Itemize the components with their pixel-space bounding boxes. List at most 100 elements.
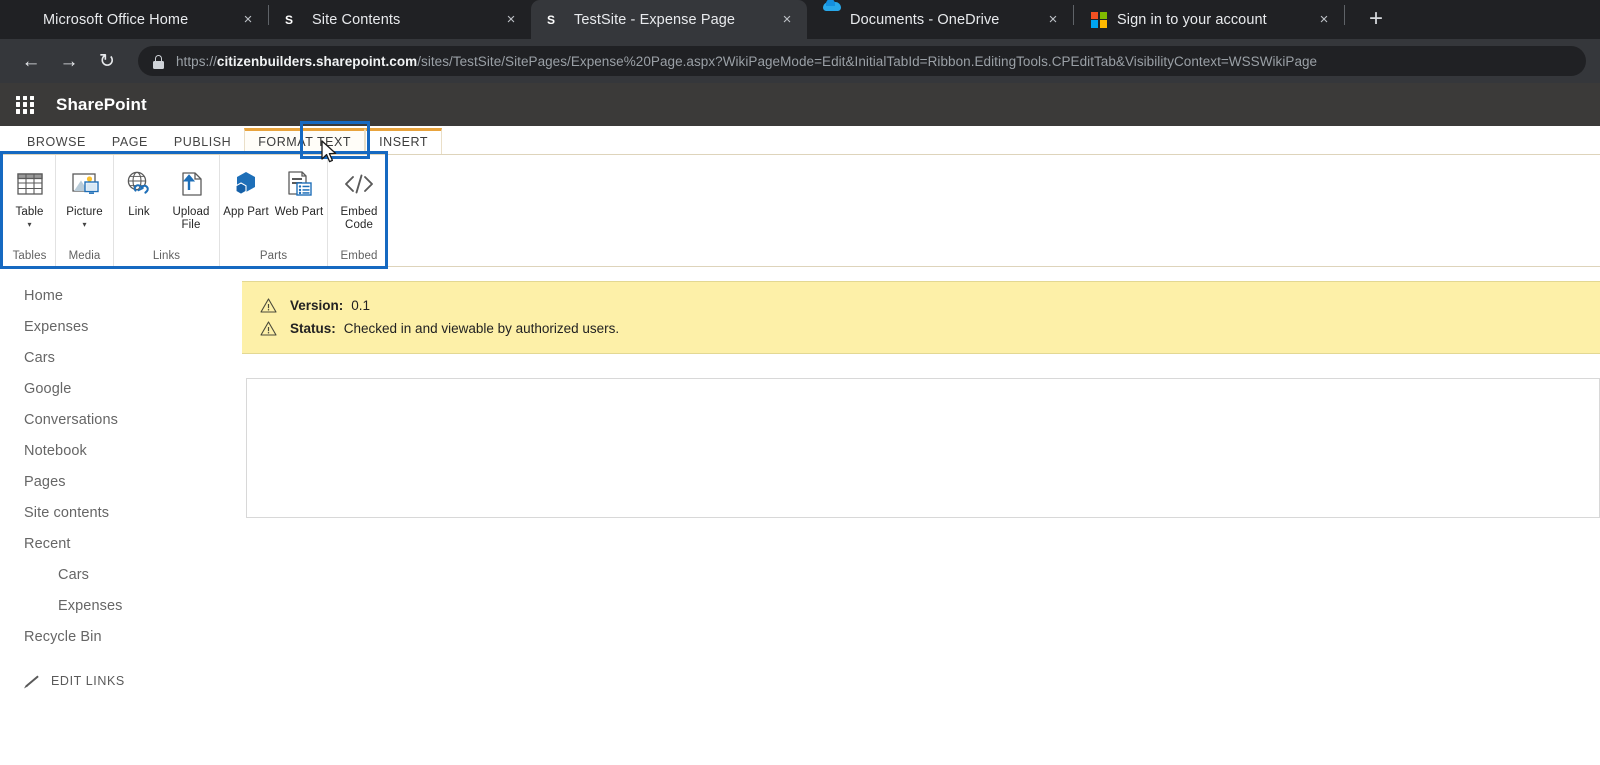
sidebar-item-pages[interactable]: Pages [0, 467, 230, 498]
sidebar-item-notebook[interactable]: Notebook [0, 436, 230, 467]
browser-tab-strip: Microsoft Office Home × Site Contents × … [0, 0, 1600, 39]
status-row-status: Status: Checked in and viewable by autho… [242, 317, 1600, 340]
status-row-version: Version: 0.1 [242, 294, 1600, 317]
ribbon-group-label-embed: Embed [340, 250, 378, 262]
close-icon[interactable]: × [777, 12, 797, 27]
insert-app-part-button[interactable]: App Part [220, 161, 272, 219]
browser-tab-title: Documents - OneDrive [850, 11, 1000, 28]
insert-web-part-button[interactable]: Web Part [272, 161, 326, 219]
browser-tab-site-contents[interactable]: Site Contents × [269, 0, 531, 39]
browser-window: Microsoft Office Home × Site Contents × … [0, 0, 1600, 765]
ribbon-group-label-parts: Parts [259, 250, 288, 262]
browser-tab-title: Sign in to your account [1117, 11, 1267, 28]
sidebar-item-recent[interactable]: Recent [0, 529, 230, 560]
insert-link-label: Link [128, 206, 150, 218]
url-text: https://citizenbuilders.sharepoint.com/s… [176, 54, 1317, 69]
insert-app-part-label: App Part [223, 206, 269, 218]
ribbon: BROWSE PAGE PUBLISH FORMAT TEXT INSERT T… [0, 121, 1600, 269]
sidebar-item-recent-cars[interactable]: Cars [0, 560, 230, 591]
edit-links-button[interactable]: EDIT LINKS [0, 664, 230, 689]
pencil-icon [24, 673, 40, 689]
back-icon[interactable]: ← [14, 44, 48, 78]
sidebar-item-cars[interactable]: Cars [0, 343, 230, 374]
insert-embed-code-button[interactable]: Embed Code [328, 161, 390, 231]
sidebar-item-recent-expenses[interactable]: Expenses [0, 591, 230, 622]
edit-links-label: EDIT LINKS [51, 674, 125, 688]
ribbon-group-parts: App Part Web Part Parts [220, 155, 328, 266]
browser-tab-title: Microsoft Office Home [43, 11, 189, 28]
ribbon-group-label-links: Links [152, 250, 181, 262]
close-icon[interactable]: × [1043, 12, 1063, 27]
browser-tab-documents-onedrive[interactable]: Documents - OneDrive × [807, 0, 1073, 39]
upload-file-label: Upload File [172, 206, 210, 231]
status-label-status: Status: [290, 321, 336, 336]
ribbon-tab-insert[interactable]: INSERT [365, 127, 443, 154]
insert-picture-button[interactable]: Picture ▾ [56, 161, 113, 229]
browser-tab-testsite-expense-page[interactable]: TestSite - Expense Page × [531, 0, 807, 39]
insert-table-label: Table [15, 206, 44, 218]
main-content: Version: 0.1 Status: Checked in and view… [230, 267, 1600, 737]
onedrive-icon [823, 11, 841, 29]
upload-file-icon [175, 165, 207, 203]
ribbon-tab-browse[interactable]: BROWSE [14, 135, 99, 155]
sidebar-item-google[interactable]: Google [0, 374, 230, 405]
close-icon[interactable]: × [1314, 12, 1334, 27]
browser-tab-sign-in-to-your-account[interactable]: Sign in to your account × [1074, 0, 1344, 39]
upload-file-button[interactable]: Upload File [164, 161, 218, 231]
url-host: citizenbuilders.sharepoint.com [216, 53, 418, 69]
app-launcher-icon[interactable] [14, 94, 36, 116]
left-navigation: Home Expenses Cars Google Conversations … [0, 267, 230, 737]
ribbon-group-tables: Table ▾ Tables [4, 155, 56, 266]
suite-title[interactable]: SharePoint [56, 95, 147, 115]
insert-embed-code-label: Embed Code [340, 206, 378, 231]
url-input[interactable]: https://citizenbuilders.sharepoint.com/s… [138, 46, 1586, 76]
microsoft-icon [1090, 11, 1108, 29]
status-banner: Version: 0.1 Status: Checked in and view… [242, 281, 1600, 354]
sharepoint-suite-bar: SharePoint [0, 83, 1600, 126]
sidebar-item-home[interactable]: Home [0, 281, 230, 312]
ribbon-group-label-media: Media [68, 250, 101, 262]
insert-table-button[interactable]: Table ▾ [4, 161, 55, 229]
sidebar-item-recycle-bin[interactable]: Recycle Bin [0, 622, 230, 653]
sidebar-item-conversations[interactable]: Conversations [0, 405, 230, 436]
ribbon-group-label-tables: Tables [12, 250, 47, 262]
ribbon-tab-bar: BROWSE PAGE PUBLISH FORMAT TEXT INSERT [0, 126, 1600, 154]
sharepoint-icon [285, 11, 303, 29]
ribbon-band: Table ▾ Tables Picture ▾ Media Link Uplo… [0, 154, 1600, 267]
close-icon[interactable]: × [238, 12, 258, 27]
chevron-down-icon[interactable]: ▾ [27, 220, 31, 229]
tab-divider [1344, 5, 1345, 25]
ribbon-tab-publish[interactable]: PUBLISH [161, 135, 244, 155]
reload-icon[interactable]: ↻ [90, 44, 124, 78]
browser-tab-title: Site Contents [312, 11, 401, 28]
chevron-down-icon[interactable]: ▾ [82, 220, 86, 229]
url-path: /sites/TestSite/SitePages/Expense%20Page… [417, 53, 1318, 69]
sidebar-item-expenses[interactable]: Expenses [0, 312, 230, 343]
browser-tab-microsoft-office-home[interactable]: Microsoft Office Home × [0, 0, 268, 39]
page-body: Home Expenses Cars Google Conversations … [0, 267, 1600, 737]
status-value-version: 0.1 [351, 298, 371, 313]
status-label-version: Version: [290, 298, 344, 313]
page-content-editor[interactable] [246, 378, 1600, 518]
close-icon[interactable]: × [501, 12, 521, 27]
new-tab-button[interactable]: + [1361, 7, 1391, 31]
insert-link-button[interactable]: Link [114, 161, 164, 219]
warning-icon [260, 321, 277, 336]
link-globe-icon [123, 165, 155, 203]
app-part-icon [230, 165, 262, 203]
sharepoint-icon [547, 11, 565, 29]
ribbon-tab-format-text[interactable]: FORMAT TEXT [244, 127, 366, 154]
picture-icon [69, 165, 101, 203]
forward-icon[interactable]: → [52, 44, 86, 78]
status-value-status: Checked in and viewable by authorized us… [343, 321, 620, 336]
table-icon [14, 165, 46, 203]
ribbon-tab-page[interactable]: PAGE [99, 135, 161, 155]
insert-picture-label: Picture [66, 206, 103, 218]
url-scheme: https:// [176, 53, 217, 69]
office-icon [16, 11, 34, 29]
web-part-icon [283, 165, 315, 203]
ribbon-group-media: Picture ▾ Media [56, 155, 114, 266]
sidebar-item-site-contents[interactable]: Site contents [0, 498, 230, 529]
warning-icon [260, 298, 277, 313]
embed-code-icon [342, 165, 376, 203]
